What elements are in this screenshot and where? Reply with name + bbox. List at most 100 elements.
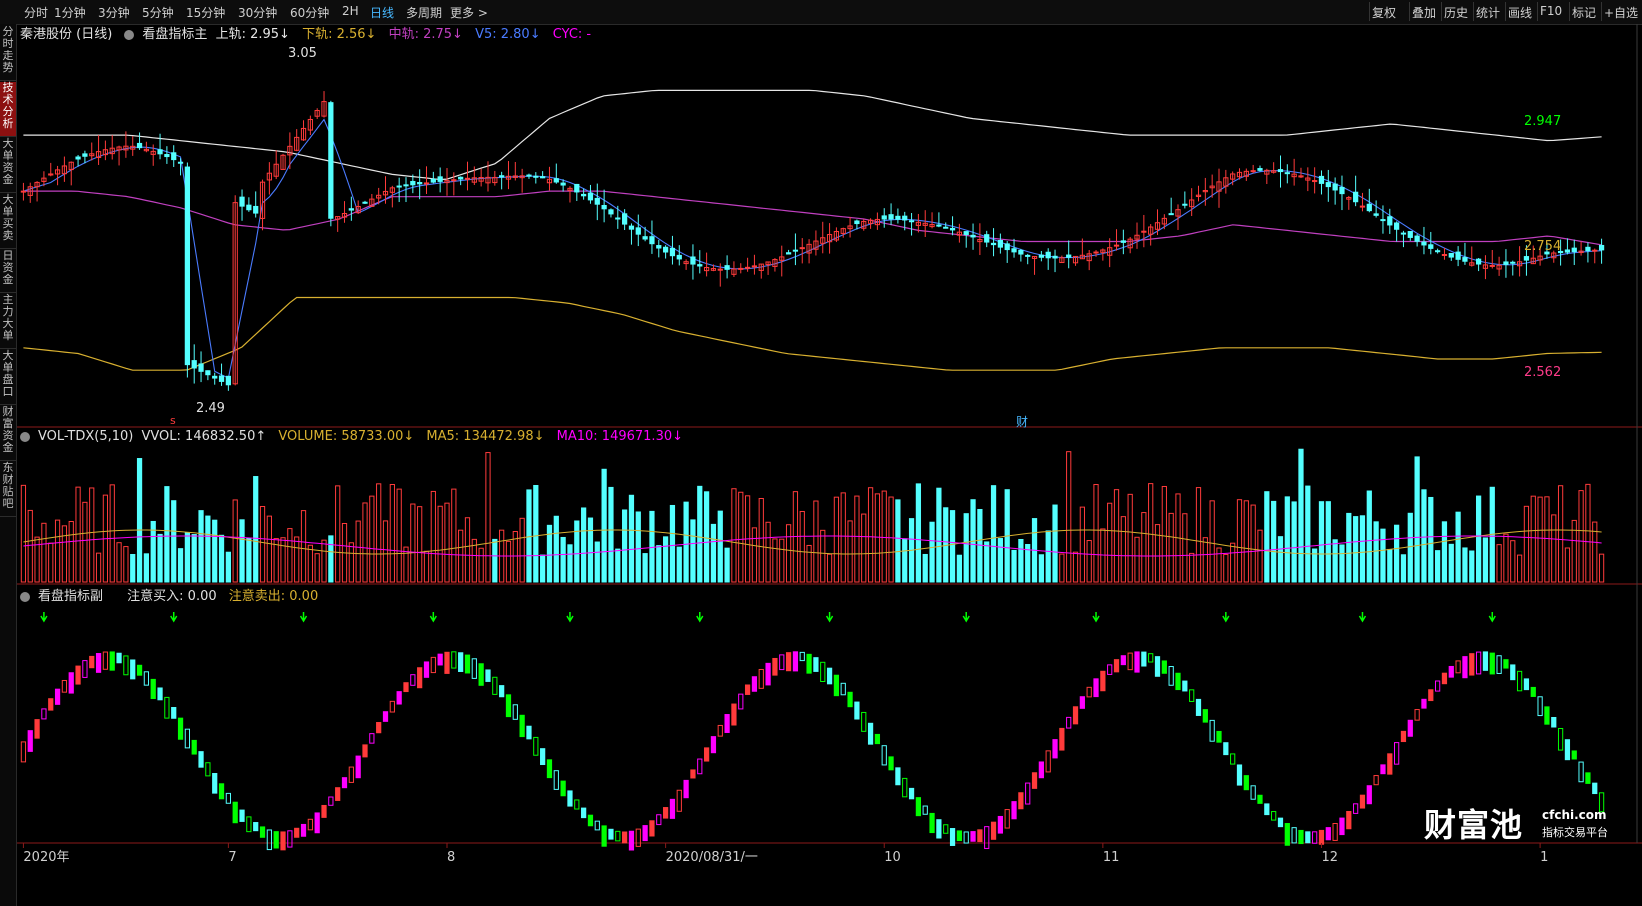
sub-bar: [1223, 742, 1229, 756]
sub-bar: [410, 674, 416, 686]
sub-bar: [1059, 727, 1065, 751]
volume-bar: [1578, 490, 1584, 583]
candle-body: [628, 225, 635, 230]
sub-bar: [464, 654, 471, 674]
sub-bar: [997, 815, 1003, 834]
candle-body: [1332, 183, 1338, 191]
sub-bar: [294, 827, 300, 838]
sell-arrow-icon: [170, 612, 178, 623]
sub-bar: [1066, 716, 1072, 729]
candle-body: [1475, 258, 1482, 265]
sub-bar: [1045, 750, 1051, 773]
candle-body: [328, 102, 334, 219]
event-mark-left: s: [170, 414, 176, 427]
sub-bar: [116, 652, 122, 664]
sub-bar: [895, 767, 901, 786]
v5-value: V5: 2.80↓: [475, 27, 541, 42]
candle-body: [601, 205, 607, 210]
sub-bar: [1011, 801, 1017, 820]
volume-bar: [27, 509, 33, 583]
middle-value: 中轨: 2.75↓: [388, 27, 463, 42]
sub-bar: [1148, 653, 1154, 663]
sub-bar: [212, 773, 218, 794]
sub-bar: [321, 804, 327, 818]
indicator-gear-icon[interactable]: [124, 29, 135, 40]
sub-bar: [1366, 785, 1372, 805]
volume-bar: [915, 483, 922, 583]
sub-bar: [1257, 794, 1263, 804]
sub-bar: [1271, 811, 1277, 821]
sub-bar: [587, 814, 594, 827]
volume-bar: [710, 523, 717, 583]
sub-bar: [792, 651, 799, 672]
sub-bar: [1510, 664, 1516, 681]
volume-bar: [396, 488, 402, 583]
sub-bar: [1380, 764, 1386, 775]
candle-body: [1462, 257, 1468, 262]
sub-bar: [744, 684, 751, 695]
volume-bar: [1298, 448, 1304, 583]
sub-bar: [1516, 670, 1523, 692]
candle-body: [997, 240, 1003, 248]
volume-bar: [294, 536, 300, 583]
volume-bar: [1154, 524, 1161, 583]
volume-bar: [1503, 533, 1509, 583]
sub-header: 看盘指标副 注意买入: 0.00 注意卖出: 0.00: [20, 585, 326, 604]
volume-bar: [362, 502, 368, 583]
sub-bar: [1127, 652, 1133, 671]
sub-bar: [430, 656, 436, 674]
sub-bar: [826, 667, 833, 685]
candle-body: [1325, 182, 1331, 188]
volume-bar: [430, 490, 436, 583]
candle-body: [540, 176, 546, 179]
sub-bar: [1161, 660, 1167, 674]
volume-bar: [990, 485, 997, 583]
volume-bar: [458, 529, 464, 583]
volume-bar: [1127, 493, 1133, 583]
vol-gear-icon[interactable]: [20, 431, 30, 442]
sub-gear-icon[interactable]: [20, 591, 30, 602]
volume-bar: [212, 519, 218, 583]
sub-bar: [676, 789, 682, 812]
sub-bar: [820, 661, 826, 683]
volume-bar: [690, 519, 696, 583]
candle-body: [895, 215, 901, 220]
sub-bar: [150, 678, 156, 700]
sub-bar: [1537, 696, 1543, 717]
candle-body: [1045, 251, 1051, 259]
volume-bar: [95, 552, 102, 583]
volume-bar: [840, 492, 846, 583]
sell-arrow-icon: [1222, 612, 1230, 623]
volume-bar: [635, 511, 641, 583]
volume-bar: [874, 493, 881, 583]
sub-bar: [574, 799, 580, 810]
candle-body: [1353, 191, 1359, 203]
volume-bar: [1305, 485, 1311, 583]
volume-bar: [1469, 550, 1475, 583]
candle-body: [177, 161, 184, 164]
sub-bar: [662, 807, 669, 819]
candle-body: [1435, 250, 1441, 253]
volume-bar: [1202, 537, 1208, 583]
volume-bar: [1441, 521, 1448, 583]
sub-bar: [20, 741, 27, 763]
volume-bar: [1093, 484, 1099, 583]
sub-bar: [840, 682, 846, 696]
volume-bar: [478, 547, 484, 583]
sub-bar: [861, 711, 867, 732]
volume-bar: [1557, 485, 1564, 583]
volume-bar: [669, 504, 676, 583]
sub-bar: [1318, 829, 1325, 845]
candle-body: [1455, 251, 1461, 260]
volume-bar: [1018, 538, 1024, 583]
sub-bar: [1394, 742, 1400, 765]
candle-body: [1312, 180, 1318, 183]
upper-value: 上轨: 2.95↓: [215, 27, 290, 42]
sub-bar: [881, 745, 887, 766]
volume-bar: [348, 542, 354, 583]
sub-bar: [779, 654, 785, 671]
sub-bar: [628, 830, 635, 851]
candle-body: [253, 205, 259, 214]
sub-bar: [622, 831, 628, 844]
candle-body: [751, 265, 758, 268]
